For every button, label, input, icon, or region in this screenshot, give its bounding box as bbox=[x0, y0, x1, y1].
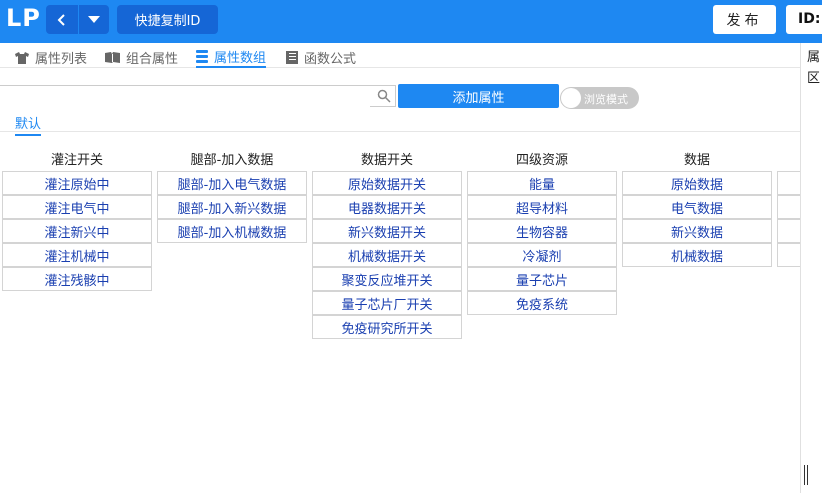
database-icon bbox=[196, 50, 208, 63]
array-item[interactable]: 腿部-加入电气数据 bbox=[157, 171, 307, 195]
column-data-switch: 数据开关 原始数据开关 电器数据开关 新兴数据开关 机械数据开关 聚变反应堆开关… bbox=[312, 151, 462, 339]
tab-functions[interactable]: 函数公式 bbox=[286, 47, 356, 68]
array-item[interactable]: 生物容器 bbox=[467, 219, 617, 243]
array-item[interactable]: 灌注原始中 bbox=[2, 171, 152, 195]
column-title bbox=[777, 151, 800, 171]
array-item[interactable] bbox=[777, 171, 800, 195]
array-item[interactable]: 新兴数据开关 bbox=[312, 219, 462, 243]
array-item[interactable] bbox=[777, 219, 800, 243]
array-item[interactable]: 能量 bbox=[467, 171, 617, 195]
app-logo: LP bbox=[6, 4, 41, 32]
array-item[interactable]: 聚变反应堆开关 bbox=[312, 267, 462, 291]
array-item[interactable]: 电器数据开关 bbox=[312, 195, 462, 219]
tab-combined-attributes[interactable]: 组合属性 bbox=[105, 47, 178, 68]
column-level4-resources: 四级资源 能量 超导材料 生物容器 冷凝剂 量子芯片 免疫系统 bbox=[467, 151, 617, 315]
divider bbox=[0, 131, 800, 132]
tab-label: 属性列表 bbox=[35, 52, 88, 67]
array-item[interactable]: 冷凝剂 bbox=[467, 243, 617, 267]
column-perfusion-switch: 灌注开关 灌注原始中 灌注电气中 灌注新兴中 灌注机械中 灌注残骸中 bbox=[2, 151, 152, 291]
column-leg-data: 腿部-加入数据 腿部-加入电气数据 腿部-加入新兴数据 腿部-加入机械数据 bbox=[157, 151, 307, 243]
tab-label: 属性数组 bbox=[214, 51, 267, 66]
array-item[interactable]: 电气数据 bbox=[622, 195, 772, 219]
top-bar: LP 快捷复制ID 发布 ID: bbox=[0, 0, 822, 43]
column-title: 灌注开关 bbox=[50, 153, 103, 168]
array-item[interactable]: 超导材料 bbox=[467, 195, 617, 219]
array-item[interactable]: 灌注新兴中 bbox=[2, 219, 152, 243]
panel-text-2: 区 bbox=[807, 71, 821, 86]
publish-button[interactable]: 发布 bbox=[713, 5, 776, 34]
shirt-icon bbox=[15, 51, 29, 64]
array-item[interactable]: 量子芯片厂开关 bbox=[312, 291, 462, 315]
column-title: 数据 bbox=[683, 153, 710, 168]
add-attribute-button[interactable]: 添加属性 bbox=[398, 84, 559, 108]
back-button[interactable] bbox=[46, 5, 78, 34]
column-title: 四级资源 bbox=[515, 153, 568, 168]
copy-id-button[interactable]: 快捷复制ID bbox=[117, 5, 218, 34]
array-item[interactable]: 原始数据开关 bbox=[312, 171, 462, 195]
array-item[interactable]: 灌注机械中 bbox=[2, 243, 152, 267]
array-item[interactable]: 机械数据开关 bbox=[312, 243, 462, 267]
browse-mode-toggle[interactable]: 浏览模式 bbox=[560, 87, 639, 109]
tab-default-group[interactable]: 默认 bbox=[15, 113, 42, 136]
array-item[interactable]: 灌注电气中 bbox=[2, 195, 152, 219]
panel-text-1: 属 bbox=[807, 50, 821, 65]
column-partial bbox=[777, 151, 800, 267]
column-title: 腿部-加入数据 bbox=[190, 153, 274, 168]
right-side-panel: 属 区 bbox=[800, 43, 822, 493]
toggle-label: 浏览模式 bbox=[584, 93, 628, 106]
toggle-knob bbox=[561, 88, 581, 108]
search-icon[interactable] bbox=[377, 89, 391, 103]
search-input[interactable] bbox=[0, 87, 370, 107]
document-icon bbox=[286, 51, 298, 64]
array-item[interactable]: 免疫研究所开关 bbox=[312, 315, 462, 339]
chevron-left-icon bbox=[57, 13, 65, 26]
column-title: 数据开关 bbox=[360, 153, 413, 168]
tab-bar: 属性列表 组合属性 属性数组 函数公式 bbox=[0, 43, 800, 68]
array-item[interactable]: 免疫系统 bbox=[467, 291, 617, 315]
resize-handle[interactable] bbox=[804, 465, 805, 485]
resize-handle[interactable] bbox=[807, 465, 808, 485]
array-item[interactable]: 原始数据 bbox=[622, 171, 772, 195]
tab-attribute-array[interactable]: 属性数组 bbox=[196, 47, 267, 68]
id-display: ID: bbox=[786, 5, 822, 34]
array-item[interactable]: 新兴数据 bbox=[622, 219, 772, 243]
search-box bbox=[0, 85, 396, 107]
caret-down-icon bbox=[88, 15, 100, 23]
column-data: 数据 原始数据 电气数据 新兴数据 机械数据 bbox=[622, 151, 772, 267]
array-item[interactable] bbox=[777, 243, 800, 267]
array-item[interactable]: 灌注残骸中 bbox=[2, 267, 152, 291]
tab-label: 函数公式 bbox=[304, 52, 357, 67]
tab-label: 组合属性 bbox=[126, 52, 179, 67]
array-item[interactable]: 机械数据 bbox=[622, 243, 772, 267]
array-item[interactable] bbox=[777, 195, 800, 219]
book-icon bbox=[105, 52, 120, 63]
dropdown-button[interactable] bbox=[79, 5, 109, 34]
array-item[interactable]: 腿部-加入新兴数据 bbox=[157, 195, 307, 219]
tab-attribute-list[interactable]: 属性列表 bbox=[15, 47, 87, 68]
array-item[interactable]: 量子芯片 bbox=[467, 267, 617, 291]
array-item[interactable]: 腿部-加入机械数据 bbox=[157, 219, 307, 243]
